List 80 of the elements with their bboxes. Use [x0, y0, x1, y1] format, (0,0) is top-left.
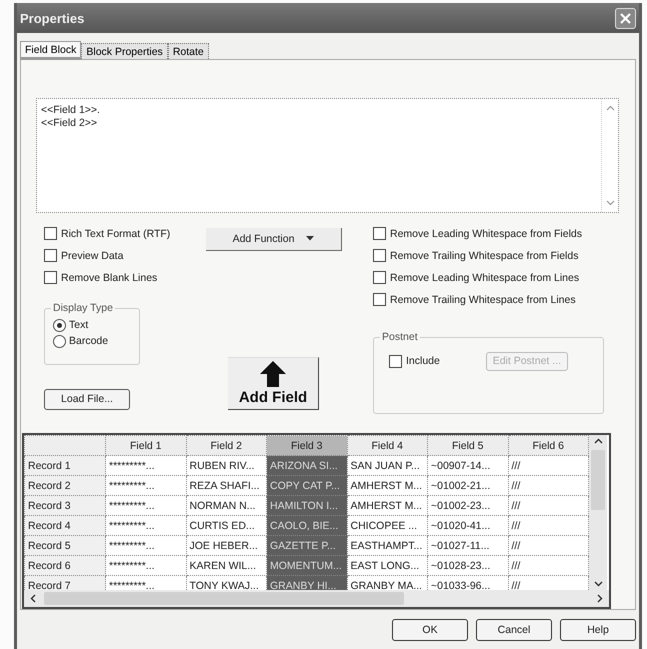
table-cell: AMHERST M...	[347, 496, 428, 516]
table-cell: ~01020-41...	[428, 516, 508, 536]
row-header[interactable]: Record 1	[24, 456, 106, 476]
column-header[interactable]: Field 3	[266, 436, 347, 456]
row-header[interactable]: Record 2	[24, 476, 106, 496]
checkbox-label: Remove Leading Whitespace from Fields	[390, 228, 582, 240]
radio-label: Barcode	[69, 335, 108, 348]
table-cell: *********...	[106, 476, 186, 496]
checkbox-label: Include	[406, 355, 440, 368]
checkbox-label: Rich Text Format (RTF)	[61, 228, 170, 240]
close-button[interactable]	[615, 8, 636, 28]
group-title: Postnet	[380, 330, 420, 343]
checkbox-label: Remove Blank Lines	[61, 272, 158, 284]
table-cell: *********...	[106, 516, 186, 536]
table-cell: ~01002-23...	[428, 496, 508, 516]
group-title: Display Type	[51, 302, 115, 314]
table-cell: HAMILTON I...	[266, 496, 347, 516]
checkbox-label: Remove Leading Whitespace from Lines	[390, 272, 580, 284]
checkbox[interactable]	[373, 271, 386, 284]
column-header[interactable]: Field 1	[106, 436, 186, 456]
column-header[interactable]: Field 5	[428, 436, 508, 456]
scroll-thumb[interactable]	[44, 592, 404, 605]
close-icon	[620, 12, 631, 24]
column-header[interactable]: Field 4	[347, 436, 428, 456]
table-cell: *********...	[106, 536, 186, 556]
tab[interactable]: Field Block	[20, 41, 82, 60]
checkbox[interactable]	[44, 271, 57, 284]
table-cell: ~00907-14...	[428, 456, 508, 476]
table-cell: SAN JUAN P...	[347, 456, 428, 476]
table-cell: *********...	[106, 456, 186, 476]
checkbox[interactable]	[44, 227, 57, 240]
checkbox-label: Remove Trailing Whitespace from Fields	[390, 250, 578, 262]
checkbox[interactable]	[389, 354, 402, 368]
column-header[interactable]: Field 6	[508, 436, 588, 456]
table-cell: MOMENTUM...	[266, 556, 347, 576]
dialog-button[interactable]: Cancel	[476, 619, 552, 641]
table-cell: EAST LONG...	[347, 556, 428, 576]
dialog-button[interactable]: OK	[392, 619, 468, 641]
checkbox[interactable]	[373, 293, 386, 306]
radio-button[interactable]	[53, 334, 66, 348]
radio-button[interactable]	[53, 318, 66, 332]
table-cell: GAZETTE P...	[266, 536, 347, 556]
column-header[interactable]: Field 2	[186, 436, 266, 456]
vertical-scroll-bar[interactable]	[589, 435, 607, 590]
table-cell: CAOLO, BIE...	[266, 516, 347, 536]
table-cell: CHICOPEE ...	[347, 516, 428, 536]
add-field-button[interactable]: Add Field	[228, 356, 319, 410]
editor-line: <<Field 1>>.	[41, 104, 101, 117]
tab[interactable]: Block Properties	[81, 43, 168, 59]
table-cell: EASTHAMPT...	[347, 536, 428, 556]
checkbox-label: Preview Data	[61, 250, 124, 262]
window-title: Properties	[20, 10, 84, 26]
table-cell: GRANBY HI...	[266, 576, 347, 590]
table-cell: *********...	[106, 496, 186, 516]
add-function-dropdown[interactable]: Add Function	[206, 228, 342, 251]
checkbox[interactable]	[373, 249, 386, 262]
table-cell: ~01027-11...	[428, 536, 508, 556]
row-header[interactable]: Record 5	[24, 536, 106, 556]
checkbox[interactable]	[44, 249, 57, 262]
up-arrow-icon	[260, 360, 286, 387]
tab[interactable]: Rotate	[168, 43, 209, 59]
row-header[interactable]: Record 3	[24, 496, 106, 516]
row-header[interactable]: Record 7	[24, 576, 106, 590]
dialog-button[interactable]: Help	[560, 619, 636, 641]
load-file-button[interactable]: Load File...	[44, 388, 130, 410]
table-cell: *********...	[106, 556, 186, 576]
table-cell: AMHERST M...	[347, 476, 428, 496]
table-cell: ARIZONA SI...	[266, 456, 347, 476]
horizontal-scroll-bar[interactable]	[24, 590, 609, 607]
caret-icon	[306, 236, 314, 242]
checkbox[interactable]	[373, 227, 386, 240]
table-cell: COPY CAT P...	[266, 476, 347, 496]
table-cell: ~01002-21...	[428, 476, 508, 496]
row-header[interactable]: Record 4	[24, 516, 106, 536]
checkbox-label: Remove Trailing Whitespace from Lines	[390, 294, 576, 306]
text-editor[interactable]: <<Field 1>>. <<Field 2>>	[36, 98, 619, 213]
row-header[interactable]: Record 6	[24, 556, 106, 576]
radio-label: Text	[69, 319, 88, 332]
editor-line: <<Field 2>>	[41, 117, 98, 130]
table-cell: ~01028-23...	[428, 556, 508, 576]
